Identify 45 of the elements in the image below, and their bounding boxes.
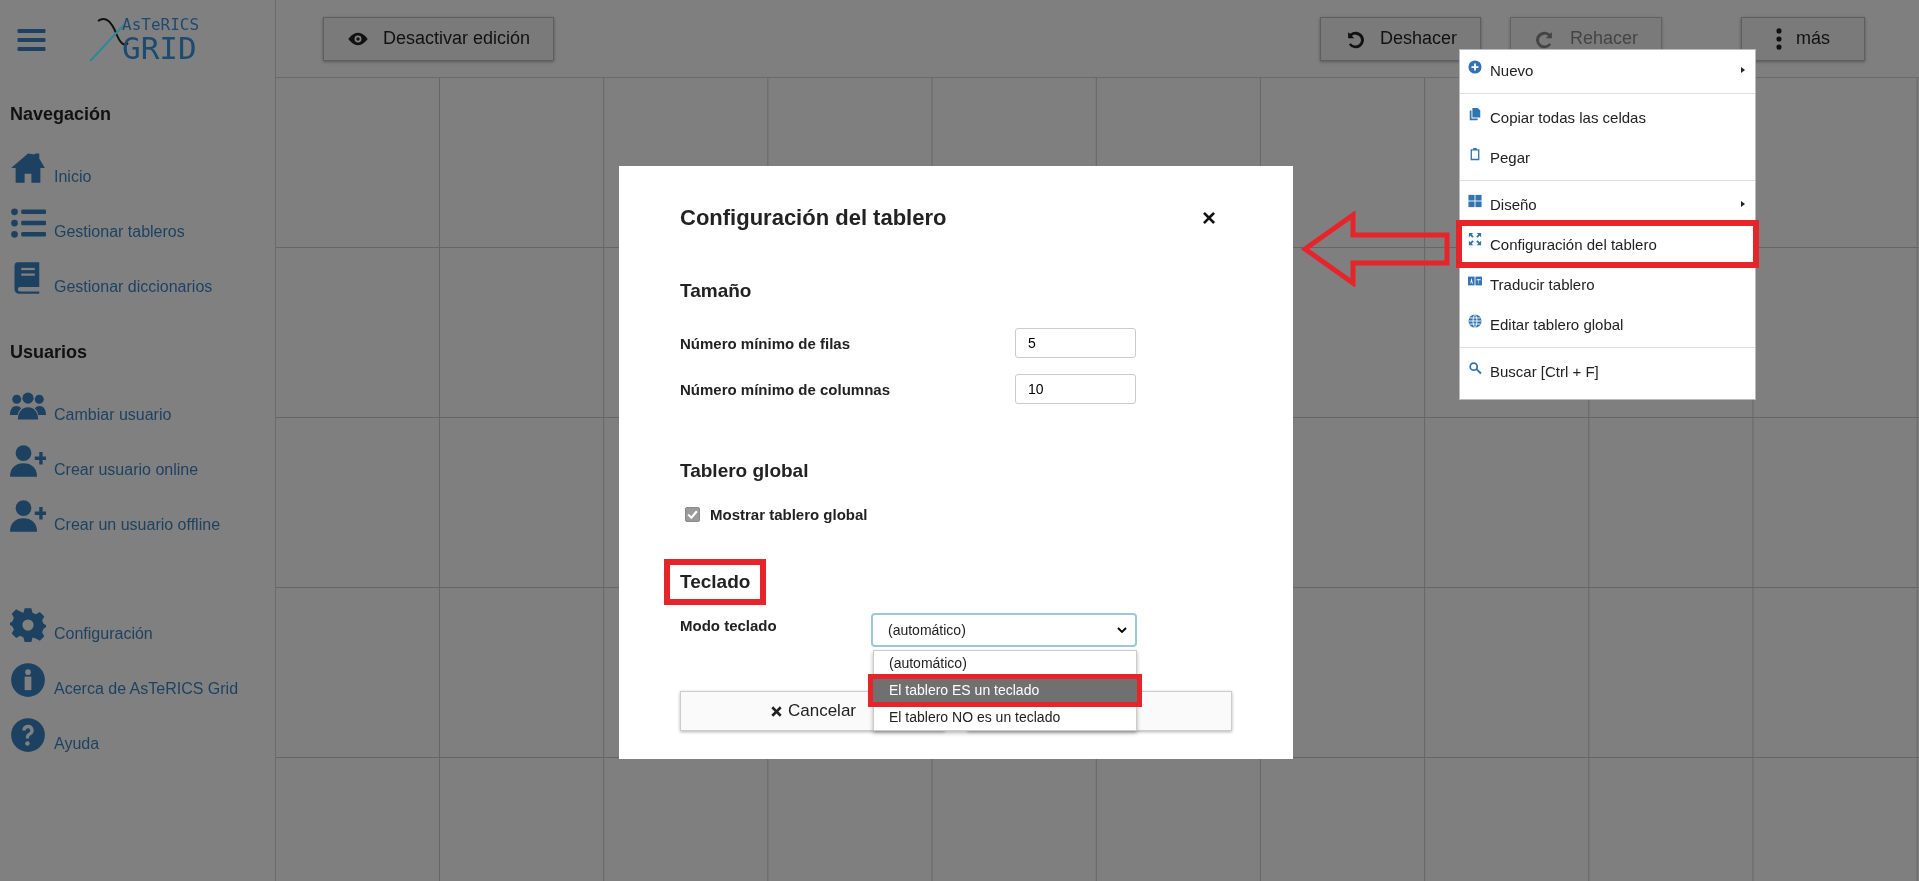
checkbox-label: Mostrar tablero global <box>710 506 868 523</box>
user-plus-icon <box>10 443 46 479</box>
logo-text: GRID <box>122 32 197 64</box>
menu-item[interactable]: Editar tablero global <box>1460 304 1755 344</box>
section-heading: Usuarios <box>10 342 89 363</box>
close-button[interactable]: × <box>1202 204 1216 232</box>
field-label: Modo teclado <box>680 616 778 634</box>
section-heading: Tamaño <box>679 279 753 303</box>
number-input[interactable]: 10 <box>1015 374 1136 404</box>
list-icon <box>10 205 46 241</box>
toolbar-button[interactable]: Deshacer <box>1319 16 1481 61</box>
dots-icon <box>1776 27 1782 50</box>
toolbar-button[interactable]: Desactivar edición <box>323 16 555 61</box>
chevron-down-icon <box>1117 627 1127 633</box>
plus-circle-icon <box>1468 60 1482 74</box>
gear-icon <box>10 607 46 643</box>
toolbar-button[interactable]: más <box>1741 16 1865 61</box>
search-icon <box>1468 361 1482 375</box>
user-plus-icon <box>10 498 46 534</box>
menu-icon[interactable] <box>17 28 46 52</box>
copy-icon <box>1468 107 1482 121</box>
menu-item[interactable]: Configuración del tablero <box>1456 220 1759 268</box>
tiles-icon <box>1468 194 1482 208</box>
home-icon <box>10 150 46 186</box>
checkbox[interactable] <box>685 507 700 522</box>
dropdown-option[interactable]: (automático) <box>874 651 1136 676</box>
expand-icon <box>1468 232 1482 246</box>
translate-icon <box>1468 274 1482 288</box>
menu-item[interactable]: Pegar <box>1460 137 1755 177</box>
info-icon <box>10 662 46 698</box>
field-label: Número mínimo de filas <box>680 334 852 352</box>
select-field[interactable]: (automático) <box>871 613 1137 647</box>
section-heading: Tablero global <box>679 459 810 483</box>
section-heading: Navegación <box>10 104 113 125</box>
question-icon <box>10 717 46 753</box>
menu-item[interactable]: Copiar todas las celdas <box>1460 97 1755 137</box>
clipboard-icon <box>1468 147 1482 161</box>
field-label: Número mínimo de columnas <box>680 380 892 398</box>
number-input[interactable]: 5 <box>1015 328 1136 358</box>
dialog-title: Configuración del tablero <box>680 205 947 231</box>
section-heading: Teclado <box>664 559 767 605</box>
globe-icon <box>1468 314 1482 328</box>
dropdown-option[interactable]: El tablero ES un teclado <box>868 674 1142 707</box>
menu-item[interactable]: Buscar [Ctrl + F] <box>1460 351 1755 391</box>
logo-text: AsTeRICS <box>122 16 200 33</box>
